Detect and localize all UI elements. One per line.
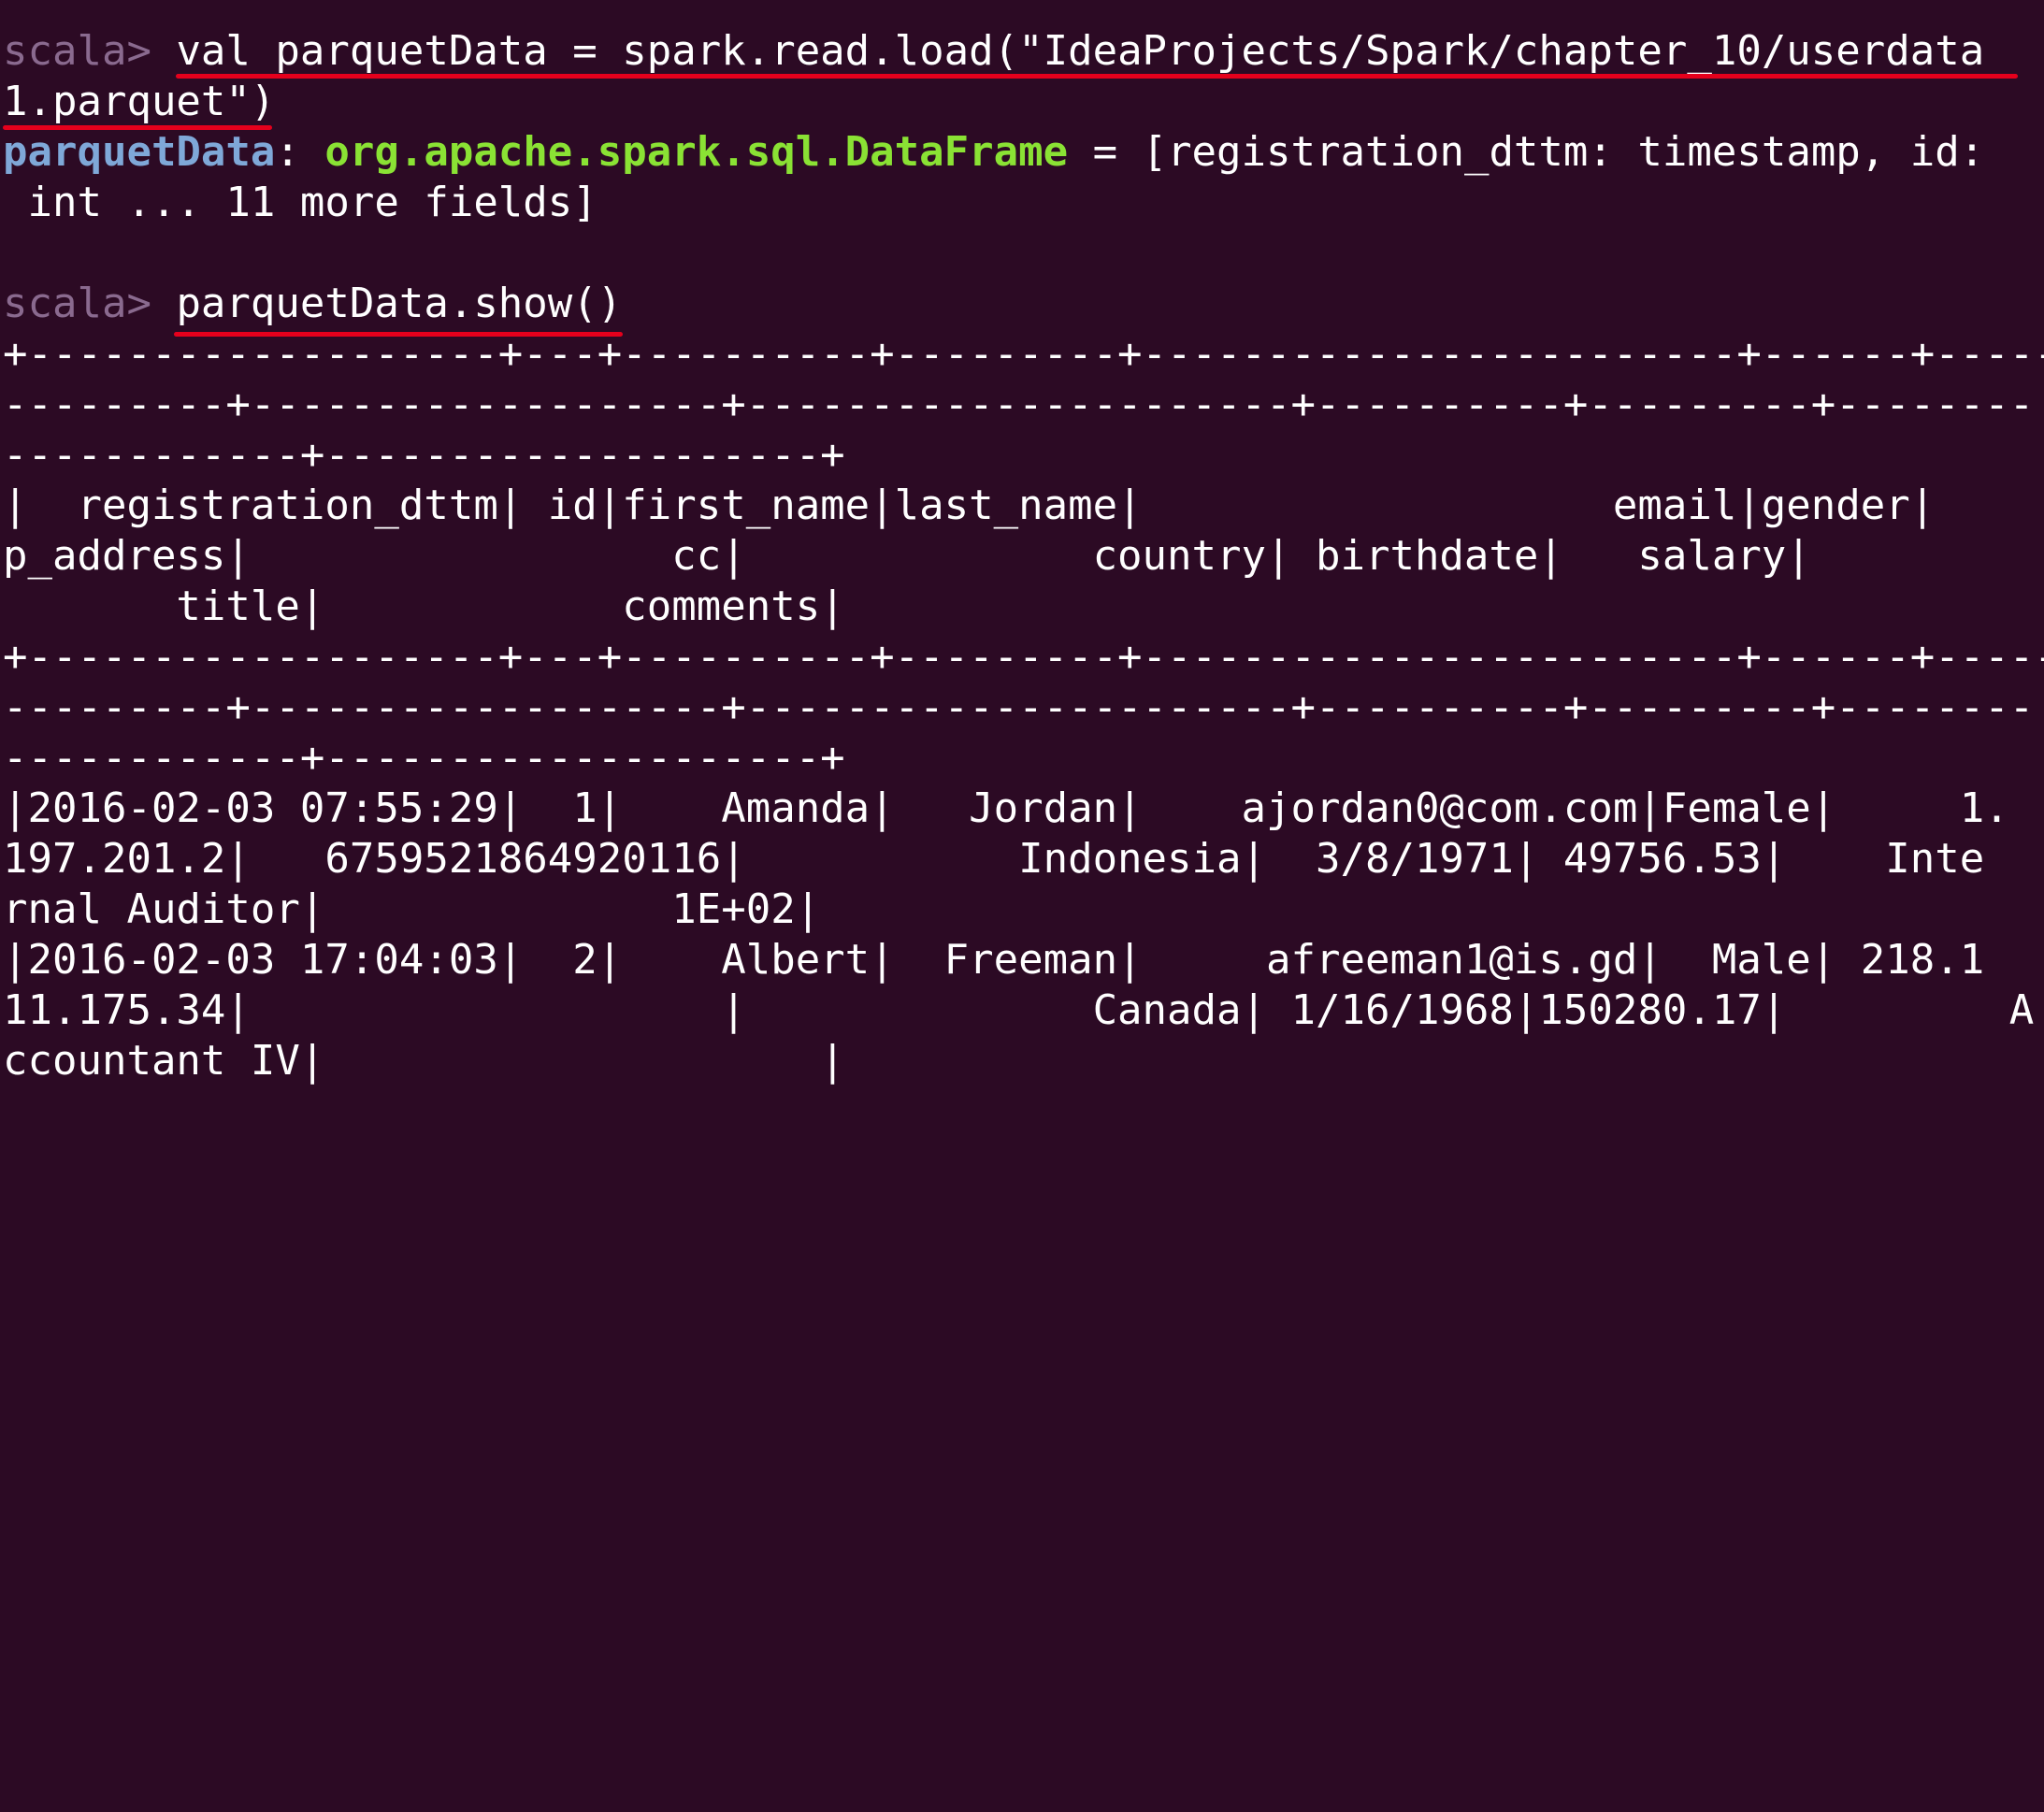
output-line: ------------+--------------------+ [3,734,845,782]
output-line: ccountant IV| | [3,1037,845,1085]
output-line: ------------+--------------------+ [3,431,845,479]
scala-prompt: scala> [3,27,177,75]
result-line-continued: int ... 11 more fields] [3,178,597,228]
result-type: org.apache.spark.sql.DataFrame [324,128,1069,176]
output-line: ---------+-------------------+----------… [3,683,2035,731]
output-line: |2016-02-03 17:04:03| 2| Albert| Freeman… [3,936,1985,984]
command-line-2: scala> parquetData.show() [3,279,622,329]
scala-prompt-2: scala> [3,280,177,327]
result-variable: parquetData [3,128,276,176]
command-line-1: scala> val parquetData = spark.read.load… [3,26,1984,77]
output-line: 11.175.34| | Canada| 1/16/1968|150280.17… [3,986,2035,1034]
command-text-1: val parquetData = spark.read.load("IdeaP… [176,27,1985,75]
output-line: | registration_dttm| id|first_name|last_… [3,482,2044,529]
output-line: p_address| cc| country| birthdate| salar… [3,532,1811,580]
result-schema: = [registration_dttm: timestamp, id: [1068,128,1985,176]
annotation-underline [176,74,2018,79]
result-colon: : [275,128,325,176]
output-line: +-------------------+---+----------+----… [3,633,2044,681]
result-schema-continued: int ... 11 more fields] [3,179,597,226]
result-line: parquetData: org.apache.spark.sql.DataFr… [3,127,1984,178]
command-text-1-continued: 1.parquet") [3,78,276,125]
output-line: +-------------------+---+----------+----… [3,330,2044,378]
output-line: |2016-02-03 07:55:29| 1| Amanda| Jordan|… [3,784,2009,832]
output-line: title| comments| [3,582,845,630]
output-line: 197.201.2| 6759521864920116| Indonesia| … [3,835,1985,883]
terminal-window[interactable]: scala> val parquetData = spark.read.load… [0,0,2044,1085]
command-line-1-continued: 1.parquet") [3,77,275,127]
output-line: ---------+-------------------+----------… [3,381,2035,428]
annotation-underline [3,125,272,130]
command-text-2: parquetData.show() [176,280,623,327]
output-line: rnal Auditor| 1E+02| [3,885,821,933]
annotation-underline [174,332,623,337]
